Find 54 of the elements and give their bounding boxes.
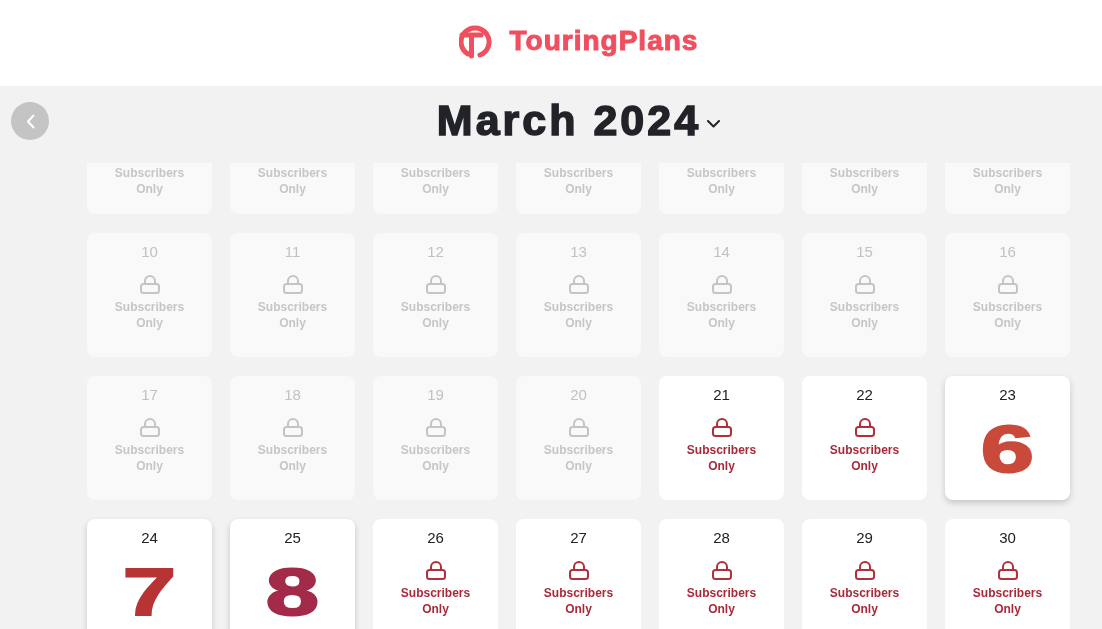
lock-icon [997,275,1018,294]
lock-icon [711,561,732,580]
lock-icon [282,418,303,437]
lock-icon [425,418,446,437]
lock-icon [282,275,303,294]
crowd-level-number: 7 [122,563,177,621]
logo-link[interactable]: TouringPlans [458,20,699,62]
lock-icon [425,561,446,580]
day-number: 26 [427,529,444,547]
day-card[interactable]: 21 Subscribers Only [659,376,784,500]
day-number: 29 [856,529,873,547]
day-card[interactable]: 26 Subscribers Only [373,519,498,629]
subscribers-only-label: Subscribers Only [685,442,758,474]
chevron-down-icon [707,120,721,128]
crowd-level-number: 6 [980,420,1035,478]
lock-icon [854,561,875,580]
day-card[interactable]: 22 Subscribers Only [802,376,927,500]
day-card[interactable]: 28 Subscribers Only [659,519,784,629]
lock-icon [568,418,589,437]
day-card[interactable]: 23 6 [945,376,1070,500]
day-number: 22 [856,386,873,404]
day-card[interactable]: 27 Subscribers Only [516,519,641,629]
lock-icon [568,275,589,294]
day-card[interactable]: 30 Subscribers Only [945,519,1070,629]
day-number: 24 [141,529,158,547]
lock-icon [711,275,732,294]
day-number: 23 [999,386,1016,404]
subscribers-only-label: Subscribers Only [542,585,615,617]
subscribers-only-label: Subscribers Only [685,585,758,617]
day-number: 25 [284,529,301,547]
lock-icon [997,561,1018,580]
chevron-left-icon [25,113,35,129]
lock-icon [711,418,732,437]
subscribers-only-label: Subscribers Only [828,442,901,474]
back-button[interactable] [11,102,49,140]
crowd-level-number: 8 [265,563,320,621]
subscribers-only-label: Subscribers Only [399,585,472,617]
day-number: 27 [570,529,587,547]
day-number: 30 [999,529,1016,547]
lock-icon [854,275,875,294]
subscribers-only-label: Subscribers Only [971,585,1044,617]
logo-icon [458,23,495,59]
lock-icon [139,275,160,294]
lock-icon [139,418,160,437]
day-card[interactable]: 25 8 [230,519,355,629]
month-dropdown[interactable]: March 2024 [436,96,721,144]
day-number: 28 [713,529,730,547]
lock-icon [568,561,589,580]
subscribers-only-label: Subscribers Only [828,585,901,617]
day-number: 21 [713,386,730,404]
lock-icon [425,275,446,294]
lock-icon [854,418,875,437]
day-card[interactable]: 29 Subscribers Only [802,519,927,629]
day-card[interactable]: 24 7 [87,519,212,629]
